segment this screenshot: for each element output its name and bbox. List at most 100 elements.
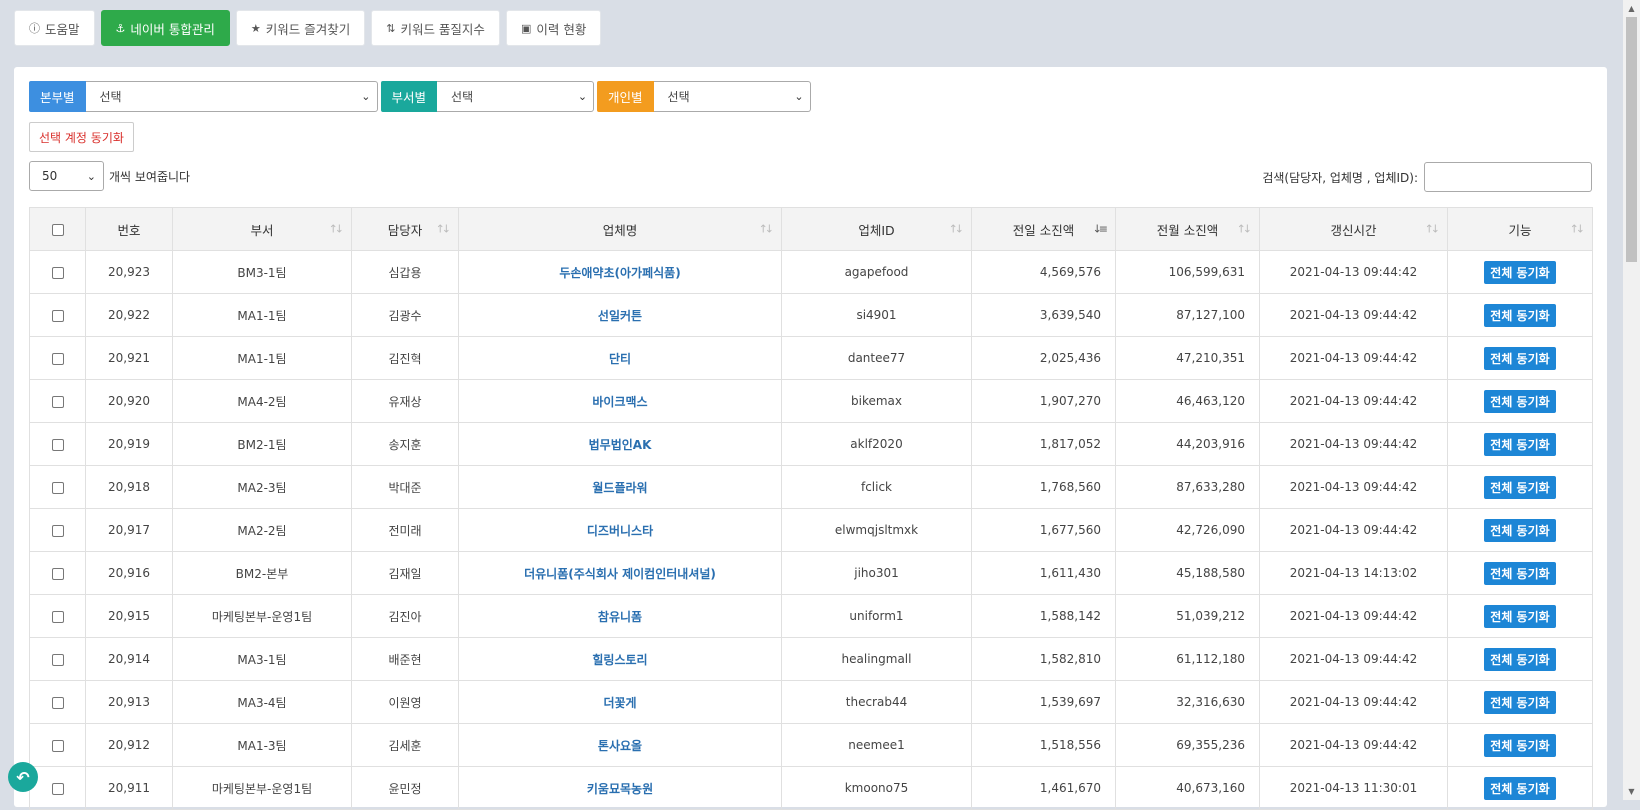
row-checkbox[interactable] xyxy=(51,653,64,666)
row-checkbox[interactable] xyxy=(51,696,64,709)
row-checkbox[interactable] xyxy=(51,739,64,752)
column-header-label: 전일 소진액 xyxy=(1012,222,1075,238)
search-input[interactable] xyxy=(1424,162,1592,192)
cell-biz[interactable]: 더유니폼(주식회사 제이컴인터내셔널) xyxy=(458,551,782,595)
row-checkbox[interactable] xyxy=(51,782,64,795)
full-sync-button[interactable]: 전체 동기화 xyxy=(1484,733,1556,757)
cell-prev-month: 87,633,280 xyxy=(1115,465,1260,509)
column-header-action[interactable]: 기능 ↑↓ xyxy=(1447,207,1593,251)
table-row: 20,914 MA3-1팀 배준현 힐링스토리 healingmall 1,582,810… xyxy=(29,637,1593,681)
info-icon: ⓘ xyxy=(29,22,40,35)
column-header-prev-day[interactable]: 전일 소진액 ↓≡ xyxy=(971,207,1116,251)
cell-id: dantee77 xyxy=(781,336,972,380)
cell-biz[interactable]: 바이크맥스 xyxy=(458,379,782,423)
full-sync-button[interactable]: 전체 동기화 xyxy=(1484,604,1556,628)
help-button[interactable]: ⓘ 도움말 xyxy=(14,10,95,46)
full-sync-button[interactable]: 전체 동기화 xyxy=(1484,561,1556,585)
person-select[interactable]: 선택 ⌄ xyxy=(653,81,811,112)
row-checkbox[interactable] xyxy=(51,438,64,451)
row-checkbox[interactable] xyxy=(51,395,64,408)
cell-prev-day: 1,518,556 xyxy=(971,723,1116,767)
page-length-select[interactable]: 50 ⌄ xyxy=(29,161,104,191)
cell-biz[interactable]: 디즈버니스타 xyxy=(458,508,782,552)
sync-selected-button[interactable]: 선택 계정 동기화 xyxy=(29,122,134,152)
keyword-favorites-button[interactable]: ★ 키워드 즐겨찾기 xyxy=(235,10,366,46)
row-checkbox[interactable] xyxy=(51,567,64,580)
cell-prev-month: 106,599,631 xyxy=(1115,250,1260,294)
row-checkbox[interactable] xyxy=(51,352,64,365)
history-button[interactable]: ▣ 이력 현황 xyxy=(505,10,602,46)
row-checkbox[interactable] xyxy=(51,610,64,623)
column-header-dept[interactable]: 부서 ↑↓ xyxy=(172,207,352,251)
cell-id: aklf2020 xyxy=(781,422,972,466)
column-header-business[interactable]: 업체명 ↑↓ xyxy=(458,207,782,251)
cell-id: fclick xyxy=(781,465,972,509)
naver-management-button[interactable]: ⚓ 네이버 통합관리 xyxy=(100,10,230,46)
cell-biz[interactable]: 톤사요올 xyxy=(458,723,782,767)
cell-biz[interactable]: 더꽃게 xyxy=(458,680,782,724)
cell-biz[interactable]: 참유니폼 xyxy=(458,594,782,638)
select-all-checkbox[interactable] xyxy=(51,224,64,236)
row-checkbox[interactable] xyxy=(51,481,64,494)
cell-manager: 심갑용 xyxy=(351,250,459,294)
cell-biz[interactable]: 단티 xyxy=(458,336,782,380)
page-scrollbar[interactable]: ▲ ▼ xyxy=(1623,0,1640,800)
column-header-label: 번호 xyxy=(117,222,141,238)
cell-dept: MA4-2팀 xyxy=(172,379,352,423)
cell-biz[interactable]: 힐링스토리 xyxy=(458,637,782,681)
full-sync-button[interactable]: 전체 동기화 xyxy=(1484,776,1556,800)
full-sync-button[interactable]: 전체 동기화 xyxy=(1484,389,1556,413)
department-select[interactable]: 선택 ⌄ xyxy=(437,81,595,112)
cell-no: 20,911 xyxy=(85,766,173,810)
cell-no: 20,912 xyxy=(85,723,173,767)
column-header-updated[interactable]: 갱신시간 ↑↓ xyxy=(1259,207,1448,251)
cell-no: 20,913 xyxy=(85,680,173,724)
cell-updated: 2021-04-13 09:44:42 xyxy=(1259,293,1448,337)
search-area: 검색(담당자, 업체명 , 업체ID): xyxy=(1262,162,1592,192)
column-header-label: 전월 소진액 xyxy=(1156,222,1219,238)
full-sync-button[interactable]: 전체 동기화 xyxy=(1484,690,1556,714)
scroll-up-icon[interactable]: ▲ xyxy=(1623,0,1640,17)
full-sync-button[interactable]: 전체 동기화 xyxy=(1484,647,1556,671)
department-filter: 부서별 선택 ⌄ xyxy=(380,81,595,112)
row-checkbox[interactable] xyxy=(51,524,64,537)
department-filter-label: 부서별 xyxy=(380,81,438,112)
cell-id: jiho301 xyxy=(781,551,972,595)
scroll-down-icon[interactable]: ▼ xyxy=(1623,783,1640,800)
cell-biz[interactable]: 법무법인AK xyxy=(458,422,782,466)
column-header-prev-month[interactable]: 전월 소진액 ↑↓ xyxy=(1115,207,1260,251)
full-sync-button[interactable]: 전체 동기화 xyxy=(1484,432,1556,456)
column-header-manager[interactable]: 담당자 ↑↓ xyxy=(351,207,459,251)
cell-biz[interactable]: 월드플라워 xyxy=(458,465,782,509)
row-select-cell xyxy=(29,293,86,337)
column-header-business-id[interactable]: 업체ID ↑↓ xyxy=(781,207,972,251)
cell-updated: 2021-04-13 14:13:02 xyxy=(1259,551,1448,595)
row-checkbox[interactable] xyxy=(51,266,64,279)
row-checkbox[interactable] xyxy=(51,309,64,322)
column-header-no[interactable]: 번호 xyxy=(85,207,173,251)
full-sync-button[interactable]: 전체 동기화 xyxy=(1484,303,1556,327)
cell-biz[interactable]: 키움묘목농원 xyxy=(458,766,782,810)
keyword-quality-button[interactable]: ⇅ 키워드 품질지수 xyxy=(371,10,500,46)
search-label: 검색(담당자, 업체명 , 업체ID): xyxy=(1262,170,1418,185)
full-sync-button[interactable]: 전체 동기화 xyxy=(1484,475,1556,499)
cell-dept: MA3-4팀 xyxy=(172,680,352,724)
cell-biz[interactable]: 두손애약초(아가페식품) xyxy=(458,250,782,294)
full-sync-button[interactable]: 전체 동기화 xyxy=(1484,260,1556,284)
cell-prev-day: 1,817,052 xyxy=(971,422,1116,466)
cell-updated: 2021-04-13 09:44:42 xyxy=(1259,723,1448,767)
division-filter: 본부별 선택 ⌄ xyxy=(29,81,378,112)
cell-action: 전체 동기화 xyxy=(1447,465,1593,509)
division-select[interactable]: 선택 ⌄ xyxy=(85,81,378,112)
back-icon[interactable]: ↶ xyxy=(8,762,38,792)
scrollbar-thumb[interactable] xyxy=(1626,17,1637,262)
accounts-table: 번호 부서 ↑↓ 담당자 ↑↓ 업체명 ↑↓ 업체ID ↑↓ 전일 소진액 ↓≡ 전월 소… xyxy=(29,207,1593,810)
full-sync-button[interactable]: 전체 동기화 xyxy=(1484,346,1556,370)
cell-biz[interactable]: 선일커튼 xyxy=(458,293,782,337)
table-row: 20,921 MA1-1팀 김진혁 단티 dantee77 2,025,436 47,210… xyxy=(29,336,1593,380)
cell-no: 20,914 xyxy=(85,637,173,681)
table-row: 20,918 MA2-3팀 박대준 월드플라워 fclick 1,768,560 87,63… xyxy=(29,465,1593,509)
department-select-value: 선택 xyxy=(451,90,474,104)
row-select-cell xyxy=(29,680,86,724)
full-sync-button[interactable]: 전체 동기화 xyxy=(1484,518,1556,542)
